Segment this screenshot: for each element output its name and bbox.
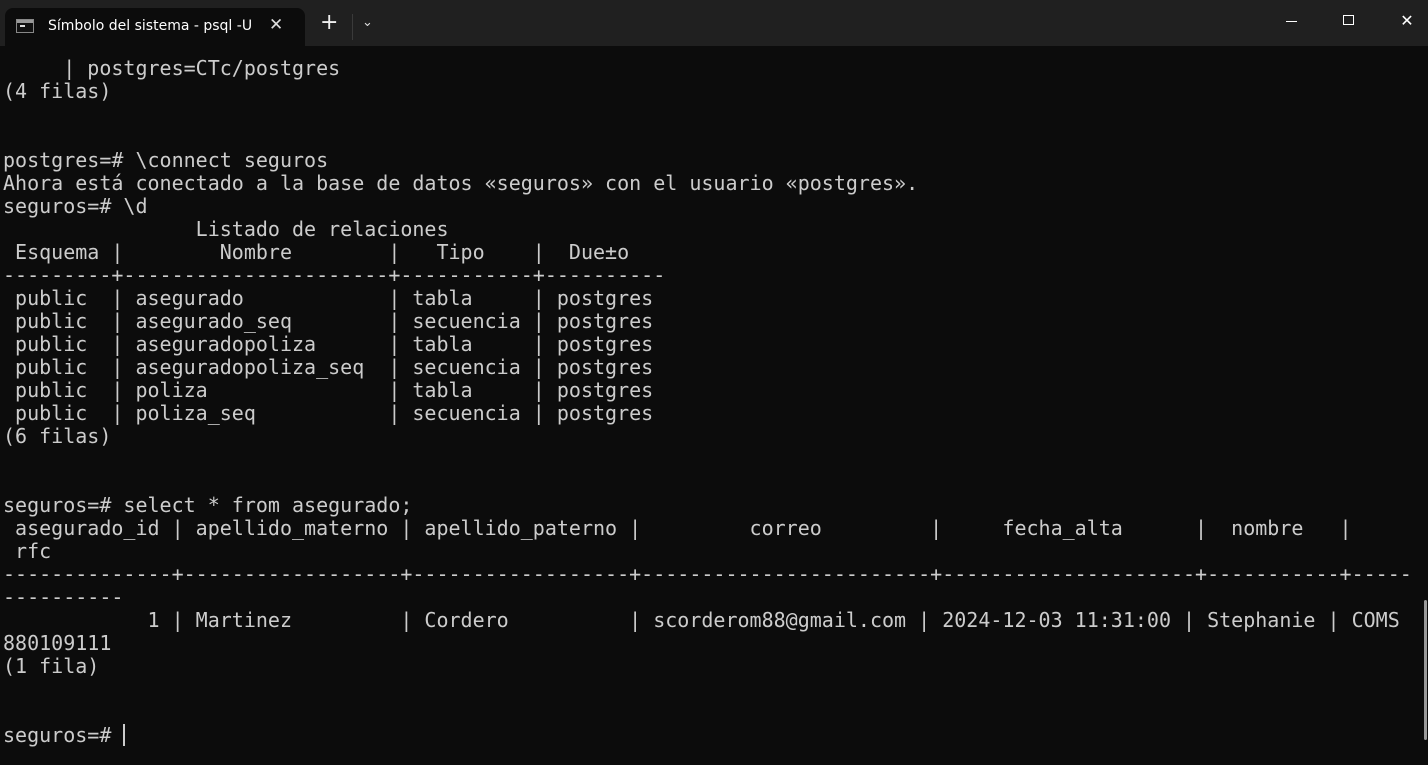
terminal-line: public | asegurado_seq | secuencia | pos… (3, 309, 654, 333)
terminal-line: public | aseguradopoliza | tabla | postg… (3, 332, 654, 356)
terminal-line: (1 fila) (3, 654, 100, 678)
terminal-line: ---------- (3, 585, 124, 609)
terminal-line: Esquema | Nombre | Tipo | Due±o (3, 240, 630, 264)
prompt-line[interactable]: seguros=# (3, 724, 1412, 747)
prompt: seguros=# (3, 723, 124, 747)
tab-command-prompt[interactable]: Símbolo del sistema - psql -U ✕ (5, 8, 305, 46)
terminal-line: rfc (3, 539, 52, 563)
chevron-down-icon[interactable]: ⌄ (362, 15, 373, 30)
terminal-line: (4 filas) (3, 79, 112, 103)
maximize-button[interactable] (1320, 0, 1378, 42)
text-cursor (123, 724, 126, 746)
scrollbar[interactable] (1424, 600, 1427, 740)
divider (352, 14, 353, 40)
terminal-line: (6 filas) (3, 424, 112, 448)
minimize-button[interactable] (1262, 0, 1320, 42)
new-tab-button[interactable]: + (320, 12, 338, 34)
terminal-line: 880109111 (3, 631, 112, 655)
terminal-line: public | poliza_seq | secuencia | postgr… (3, 401, 654, 425)
terminal-line: asegurado_id | apellido_materno | apelli… (3, 516, 1352, 540)
terminal-line: ---------+----------------------+-------… (3, 263, 666, 287)
terminal-line: public | aseguradopoliza_seq | secuencia… (3, 355, 654, 379)
tab-title: Símbolo del sistema - psql -U (48, 18, 253, 34)
terminal-line: public | poliza | tabla | postgres (3, 378, 654, 402)
terminal-line: --------------+------------------+------… (3, 562, 1412, 586)
close-window-button[interactable]: ✕ (1378, 0, 1428, 42)
title-bar: Símbolo del sistema - psql -U ✕ + ⌄ ✕ (0, 0, 1428, 46)
terminal-line: seguros=# \d (3, 194, 148, 218)
terminal-line: Listado de relaciones (3, 217, 449, 241)
terminal-line: Ahora está conectado a la base de datos … (3, 171, 919, 195)
terminal-line: 1 | Martinez | Cordero | scorderom88@gma… (3, 608, 1400, 632)
minimize-icon (1286, 21, 1297, 22)
terminal-line: postgres=# \connect seguros (3, 148, 329, 172)
terminal-line: seguros=# select * from asegurado; (3, 493, 413, 517)
terminal-output[interactable]: | postgres=CTc/postgres (4 filas) postgres… (3, 57, 1412, 747)
terminal-icon (16, 19, 34, 33)
close-tab-button[interactable]: ✕ (269, 15, 283, 35)
terminal-line: public | asegurado | tabla | postgres (3, 286, 654, 310)
maximize-icon (1343, 15, 1354, 25)
terminal-line: | postgres=CTc/postgres (3, 56, 341, 80)
